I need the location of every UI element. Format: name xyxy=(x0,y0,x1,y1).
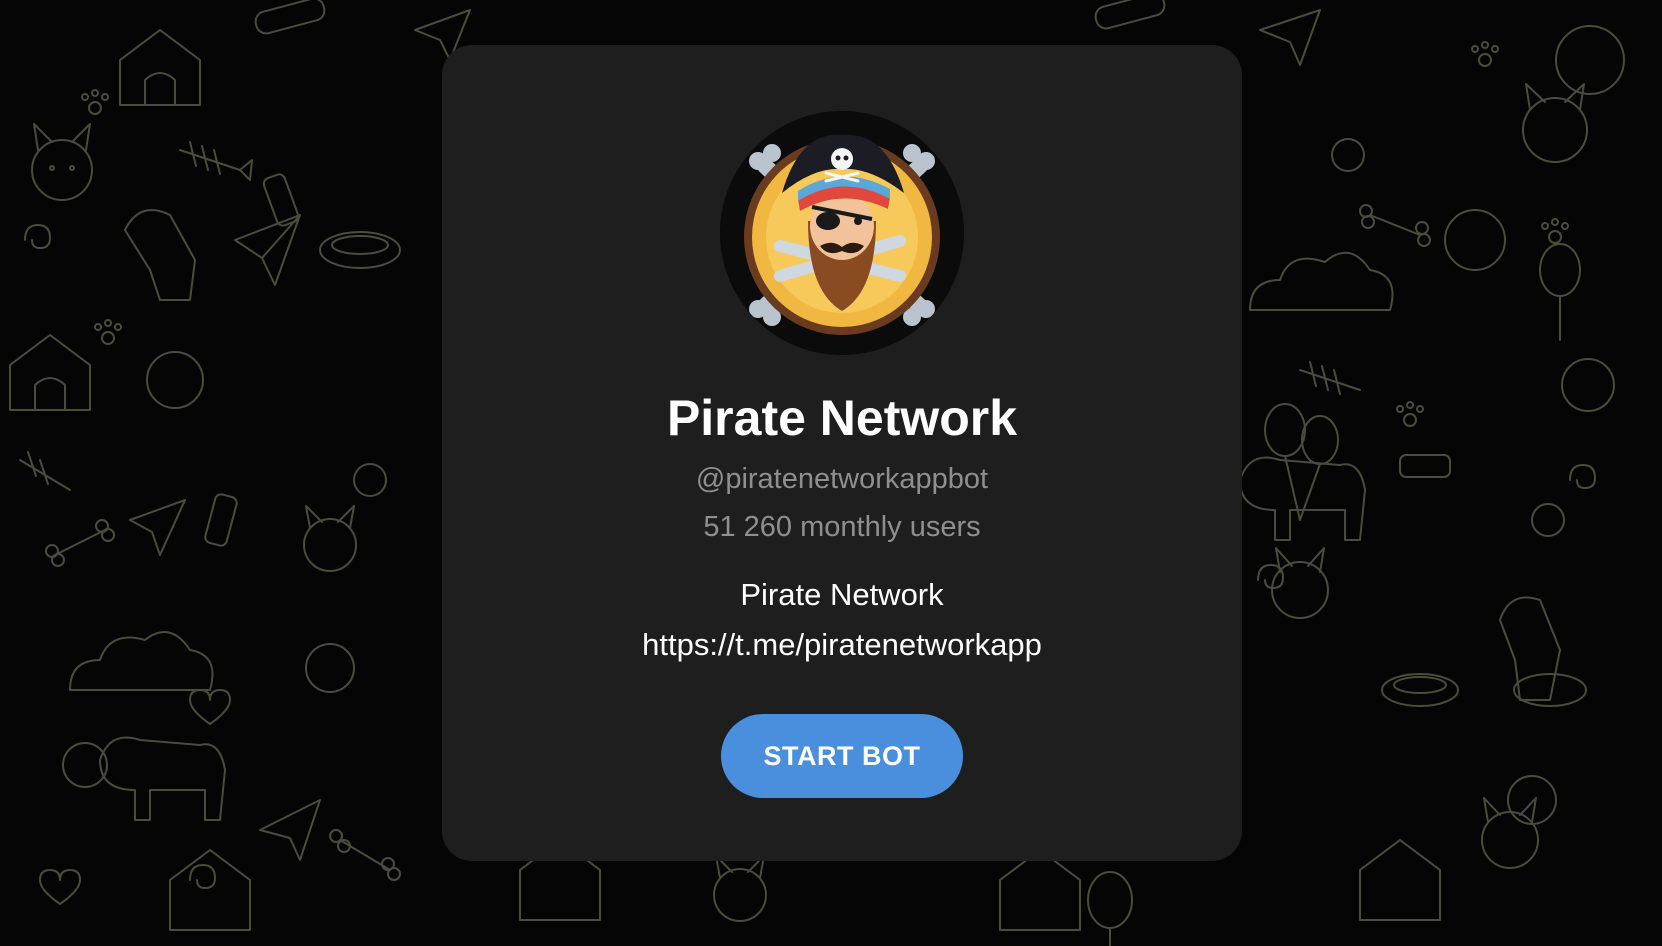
monthly-users-count: 51 260 monthly users xyxy=(703,511,981,543)
cat-doodle-icon xyxy=(1271,547,1329,619)
cat-doodle-icon xyxy=(31,123,93,201)
ball-doodle-icon xyxy=(1561,358,1615,412)
bot-name-title: Pirate Network xyxy=(666,390,1018,446)
heart-doodle-icon xyxy=(189,689,231,725)
paper-plane-doodle-icon xyxy=(234,214,301,286)
collar-doodle-icon xyxy=(1094,0,1166,30)
yarn-doodle-icon xyxy=(353,463,387,497)
dog-doodle-icon xyxy=(124,209,196,301)
dog-doodle-icon xyxy=(1239,456,1366,541)
paw-doodle-icon xyxy=(94,319,122,345)
paper-plane-doodle-icon xyxy=(1259,9,1321,66)
description-link[interactable]: https://t.me/piratenetworkapp xyxy=(442,620,1242,670)
swirl-doodle-icon xyxy=(24,224,51,249)
speech-bubble-doodle-icon xyxy=(1555,25,1625,95)
paw-doodle-icon xyxy=(1471,41,1499,67)
fish-bone-doodle-icon xyxy=(19,451,71,491)
collar-doodle-icon xyxy=(1399,454,1451,478)
yarn-doodle-icon xyxy=(1331,138,1365,172)
swirl-doodle-icon xyxy=(1569,464,1596,489)
description-line: Pirate Network xyxy=(740,577,944,612)
yarn-doodle-icon xyxy=(1531,503,1565,537)
paper-plane-doodle-icon xyxy=(129,499,186,556)
swirl-doodle-icon xyxy=(189,864,216,889)
bowl-doodle-icon xyxy=(1381,673,1459,707)
dog-doodle-icon xyxy=(1499,596,1561,701)
start-bot-button[interactable]: START BOT xyxy=(721,714,963,798)
bot-profile-card: Pirate Network @piratenetworkappbot 51 2… xyxy=(442,45,1242,861)
swirl-doodle-icon xyxy=(1257,564,1284,589)
paw-doodle-icon xyxy=(81,89,109,115)
collar-doodle-icon xyxy=(254,0,326,35)
cloud-doodle-icon xyxy=(1249,251,1394,311)
paw-doodle-icon xyxy=(1541,218,1569,244)
doghouse-doodle-icon xyxy=(169,849,251,931)
balloon-doodle-icon xyxy=(1539,243,1581,341)
doghouse-doodle-icon xyxy=(9,334,91,411)
bot-username: @piratenetworkappbot xyxy=(695,463,989,495)
fish-bowl-doodle-icon xyxy=(146,351,204,409)
bone-doodle-icon xyxy=(45,519,115,567)
bone-doodle-icon xyxy=(329,829,401,881)
heart-doodle-icon xyxy=(39,869,81,905)
fish-bowl-doodle-icon xyxy=(1444,209,1506,271)
bone-doodle-icon xyxy=(1359,204,1431,247)
doghouse-doodle-icon xyxy=(119,29,201,106)
balloon-doodle-icon xyxy=(1087,871,1133,946)
fish-bone-doodle-icon xyxy=(1299,361,1361,395)
doghouse-doodle-icon xyxy=(999,849,1081,931)
pirate-avatar-icon xyxy=(720,111,964,355)
cat-doodle-icon xyxy=(713,855,767,922)
cloud-doodle-icon xyxy=(69,631,214,691)
bowl-doodle-icon xyxy=(1513,673,1587,707)
bowl-doodle-icon xyxy=(319,231,401,269)
collar-doodle-icon xyxy=(262,173,300,227)
dog-doodle-icon xyxy=(99,736,226,821)
bot-description: Pirate Network https://t.me/piratenetwor… xyxy=(442,570,1242,670)
paw-doodle-icon xyxy=(1396,401,1424,427)
collar-doodle-icon xyxy=(204,493,238,547)
cat-doodle-icon xyxy=(303,505,357,572)
paper-plane-doodle-icon xyxy=(259,799,321,861)
ball-doodle-icon xyxy=(305,643,355,693)
doghouse-doodle-icon xyxy=(1359,839,1441,921)
fish-bone-doodle-icon xyxy=(179,141,253,181)
